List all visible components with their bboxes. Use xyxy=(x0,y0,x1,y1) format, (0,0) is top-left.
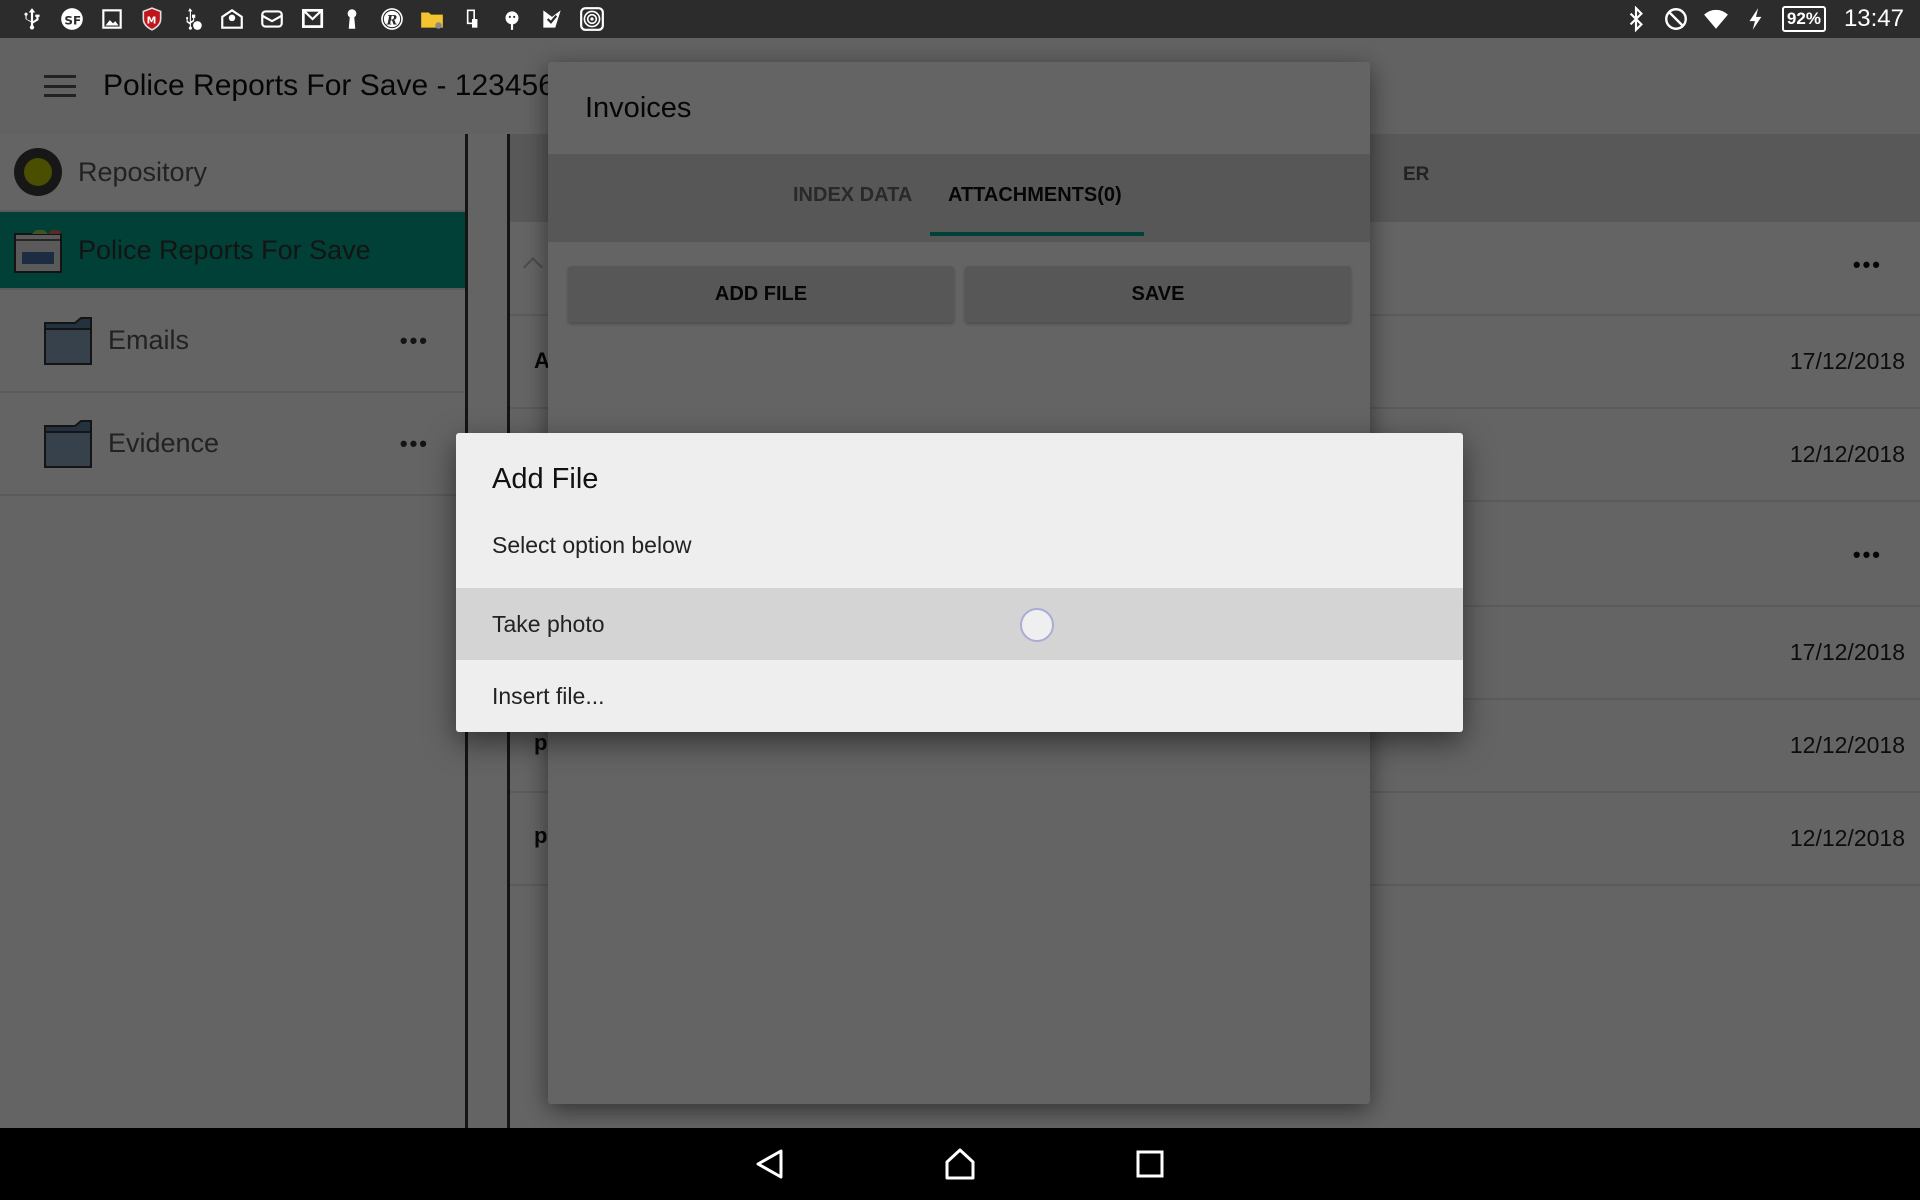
sf-app-icon: SF xyxy=(58,5,86,33)
usb-debug-icon xyxy=(178,5,206,33)
target-app-icon xyxy=(578,5,606,33)
notification-icons: SF M R xyxy=(18,5,606,33)
bluetooth-icon xyxy=(1622,5,1650,33)
status-bar: SF M R 92% 13:47 xyxy=(0,0,1920,38)
recents-icon[interactable] xyxy=(1130,1144,1170,1184)
svg-text:SF: SF xyxy=(64,13,81,27)
touch-indicator xyxy=(1020,608,1054,642)
usb-storage-icon xyxy=(458,5,486,33)
charging-icon xyxy=(1742,5,1770,33)
wifi-icon xyxy=(1702,5,1730,33)
option-label: Insert file... xyxy=(492,682,605,709)
home-icon[interactable] xyxy=(940,1144,980,1184)
keyhole-icon xyxy=(338,5,366,33)
file-manager-icon xyxy=(418,5,446,33)
dialog-subtitle: Select option below xyxy=(492,532,692,558)
image-icon xyxy=(98,5,126,33)
system-status: 92% 13:47 xyxy=(1622,5,1904,33)
dialog-title: Add File xyxy=(492,463,599,495)
back-icon[interactable] xyxy=(750,1144,790,1184)
do-not-disturb-icon xyxy=(1662,5,1690,33)
svg-text:M: M xyxy=(147,15,157,26)
svg-text:R: R xyxy=(386,13,398,28)
mcafee-icon: M xyxy=(138,5,166,33)
r-app-icon: R xyxy=(378,5,406,33)
check-app-icon xyxy=(538,5,566,33)
navigation-bar xyxy=(0,1128,1920,1200)
add-file-dialog: Add File Select option below Take photo … xyxy=(456,433,1463,732)
usb-icon xyxy=(18,5,46,33)
gmail-icon xyxy=(298,5,326,33)
mail-open-icon xyxy=(218,5,246,33)
insert-file-option[interactable]: Insert file... xyxy=(456,660,1463,732)
option-label: Take photo xyxy=(492,610,605,637)
battery-level: 92% xyxy=(1781,6,1826,32)
email-icon xyxy=(258,5,286,33)
take-photo-option[interactable]: Take photo xyxy=(456,588,1463,660)
clock: 13:47 xyxy=(1843,5,1904,32)
android-icon xyxy=(498,5,526,33)
